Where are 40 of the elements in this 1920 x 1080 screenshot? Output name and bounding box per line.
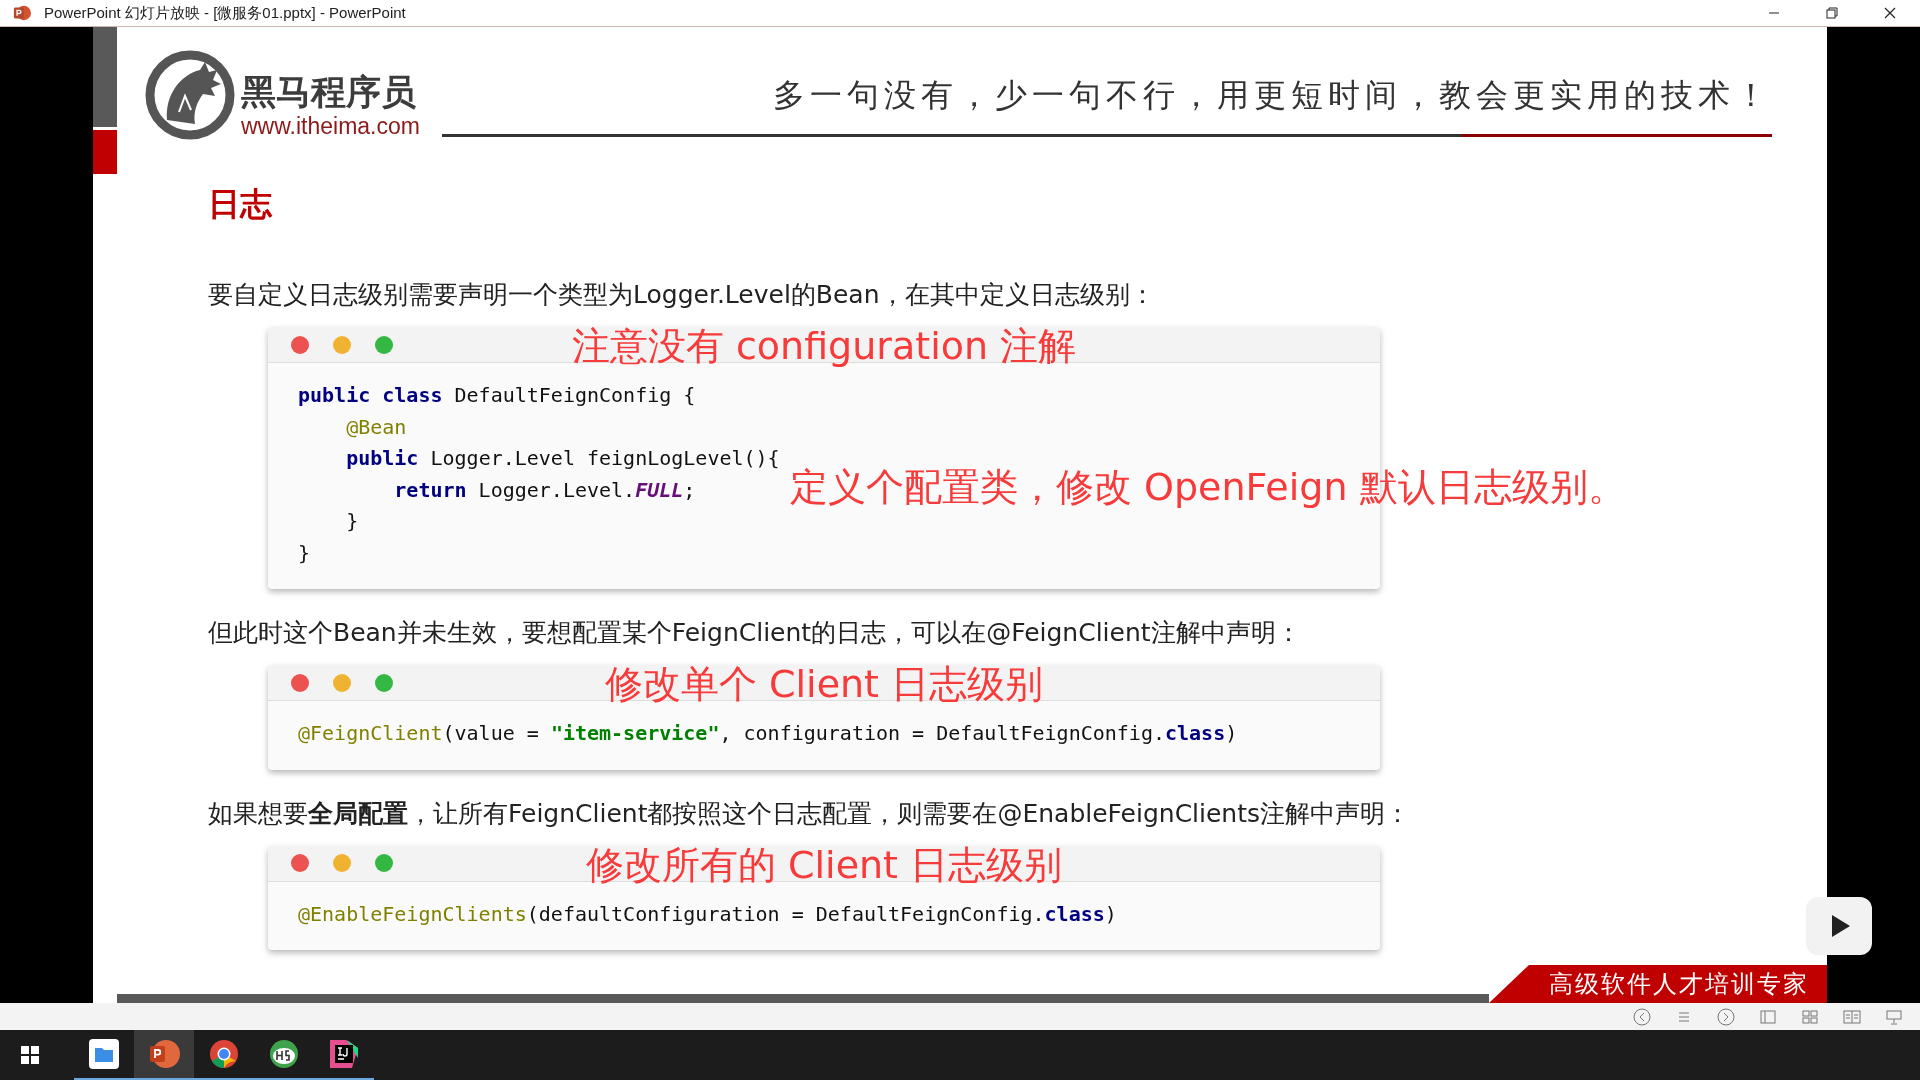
code-line: @Bean [345, 413, 407, 441]
annotation-text: 注意没有 configuration 注解 [571, 323, 1077, 370]
close-icon[interactable] [1884, 7, 1896, 19]
zoom-dot-icon [375, 673, 393, 692]
code-line: @FeignClient(value = "item-service", configuration = DefaultFeignConfig.class) [298, 720, 1238, 747]
logo-name: 黑马程序员 [241, 71, 417, 113]
code-line: } [298, 539, 311, 567]
annotation-text: 定义个配置类，修改 OpenFeign 默认日志级别。 [790, 464, 1626, 511]
accent-block [93, 130, 117, 174]
annotation-text: 修改所有的 Client 日志级别 [585, 841, 1063, 889]
code-line: @EnableFeignClients(defaultConfiguration = DefaultFeignConfig.class) [298, 900, 1117, 928]
minimize-dot-icon [333, 673, 351, 692]
app-icon [12, 4, 32, 22]
presentation-app-icon[interactable] [134, 1030, 194, 1080]
banner: 高级软件人才培训专家 [1489, 965, 1827, 1003]
minimize-dot-icon [333, 335, 351, 354]
close-dot-icon [291, 854, 309, 872]
zoom-dot-icon [375, 335, 393, 354]
next-icon[interactable] [1716, 1006, 1736, 1027]
restore-icon[interactable] [1826, 7, 1838, 19]
minimize-dot-icon [333, 854, 351, 872]
window-title: PowerPoint 幻灯片放映 - [微服务01.pptx] - PowerPoint [44, 3, 406, 23]
paragraph: 如果想要全局配置，让所有FeignClient都按照这个日志配置，则需要在@EnableFeignClients注解中声明： [208, 797, 1412, 830]
slide-heading: 日志 [208, 184, 273, 225]
logo-url: www.itheima.com [241, 113, 420, 139]
code-line: public Logger.Level feignLogLevel(){ [345, 445, 780, 472]
code-line: } [345, 508, 359, 535]
horse-logo-icon [145, 50, 235, 140]
previous-icon[interactable] [1632, 1006, 1652, 1027]
paragraph: 但此时这个Bean并未生效，要想配置某个FeignClient的日志，可以在@FeignClient注解中声明： [208, 617, 1302, 649]
zoom-dot-icon [375, 854, 393, 872]
code-line: public class DefaultFeignConfig { [298, 382, 696, 409]
close-dot-icon [291, 335, 309, 354]
windows-start-icon[interactable] [21, 1046, 39, 1064]
play-button[interactable] [1806, 897, 1872, 955]
annotation-text: 修改单个 Client 日志级别 [604, 661, 1044, 708]
paragraph: 要自定义日志级别需要声明一个类型为Logger.Level的Bean，在其中定义日志级别： [208, 279, 1156, 311]
code-line: return Logger.Level.FULL; [393, 476, 696, 504]
close-dot-icon [291, 673, 309, 692]
slogan: 多一句没有，少一句不行，用更短时间，教会更实用的技术！ [773, 75, 1772, 116]
